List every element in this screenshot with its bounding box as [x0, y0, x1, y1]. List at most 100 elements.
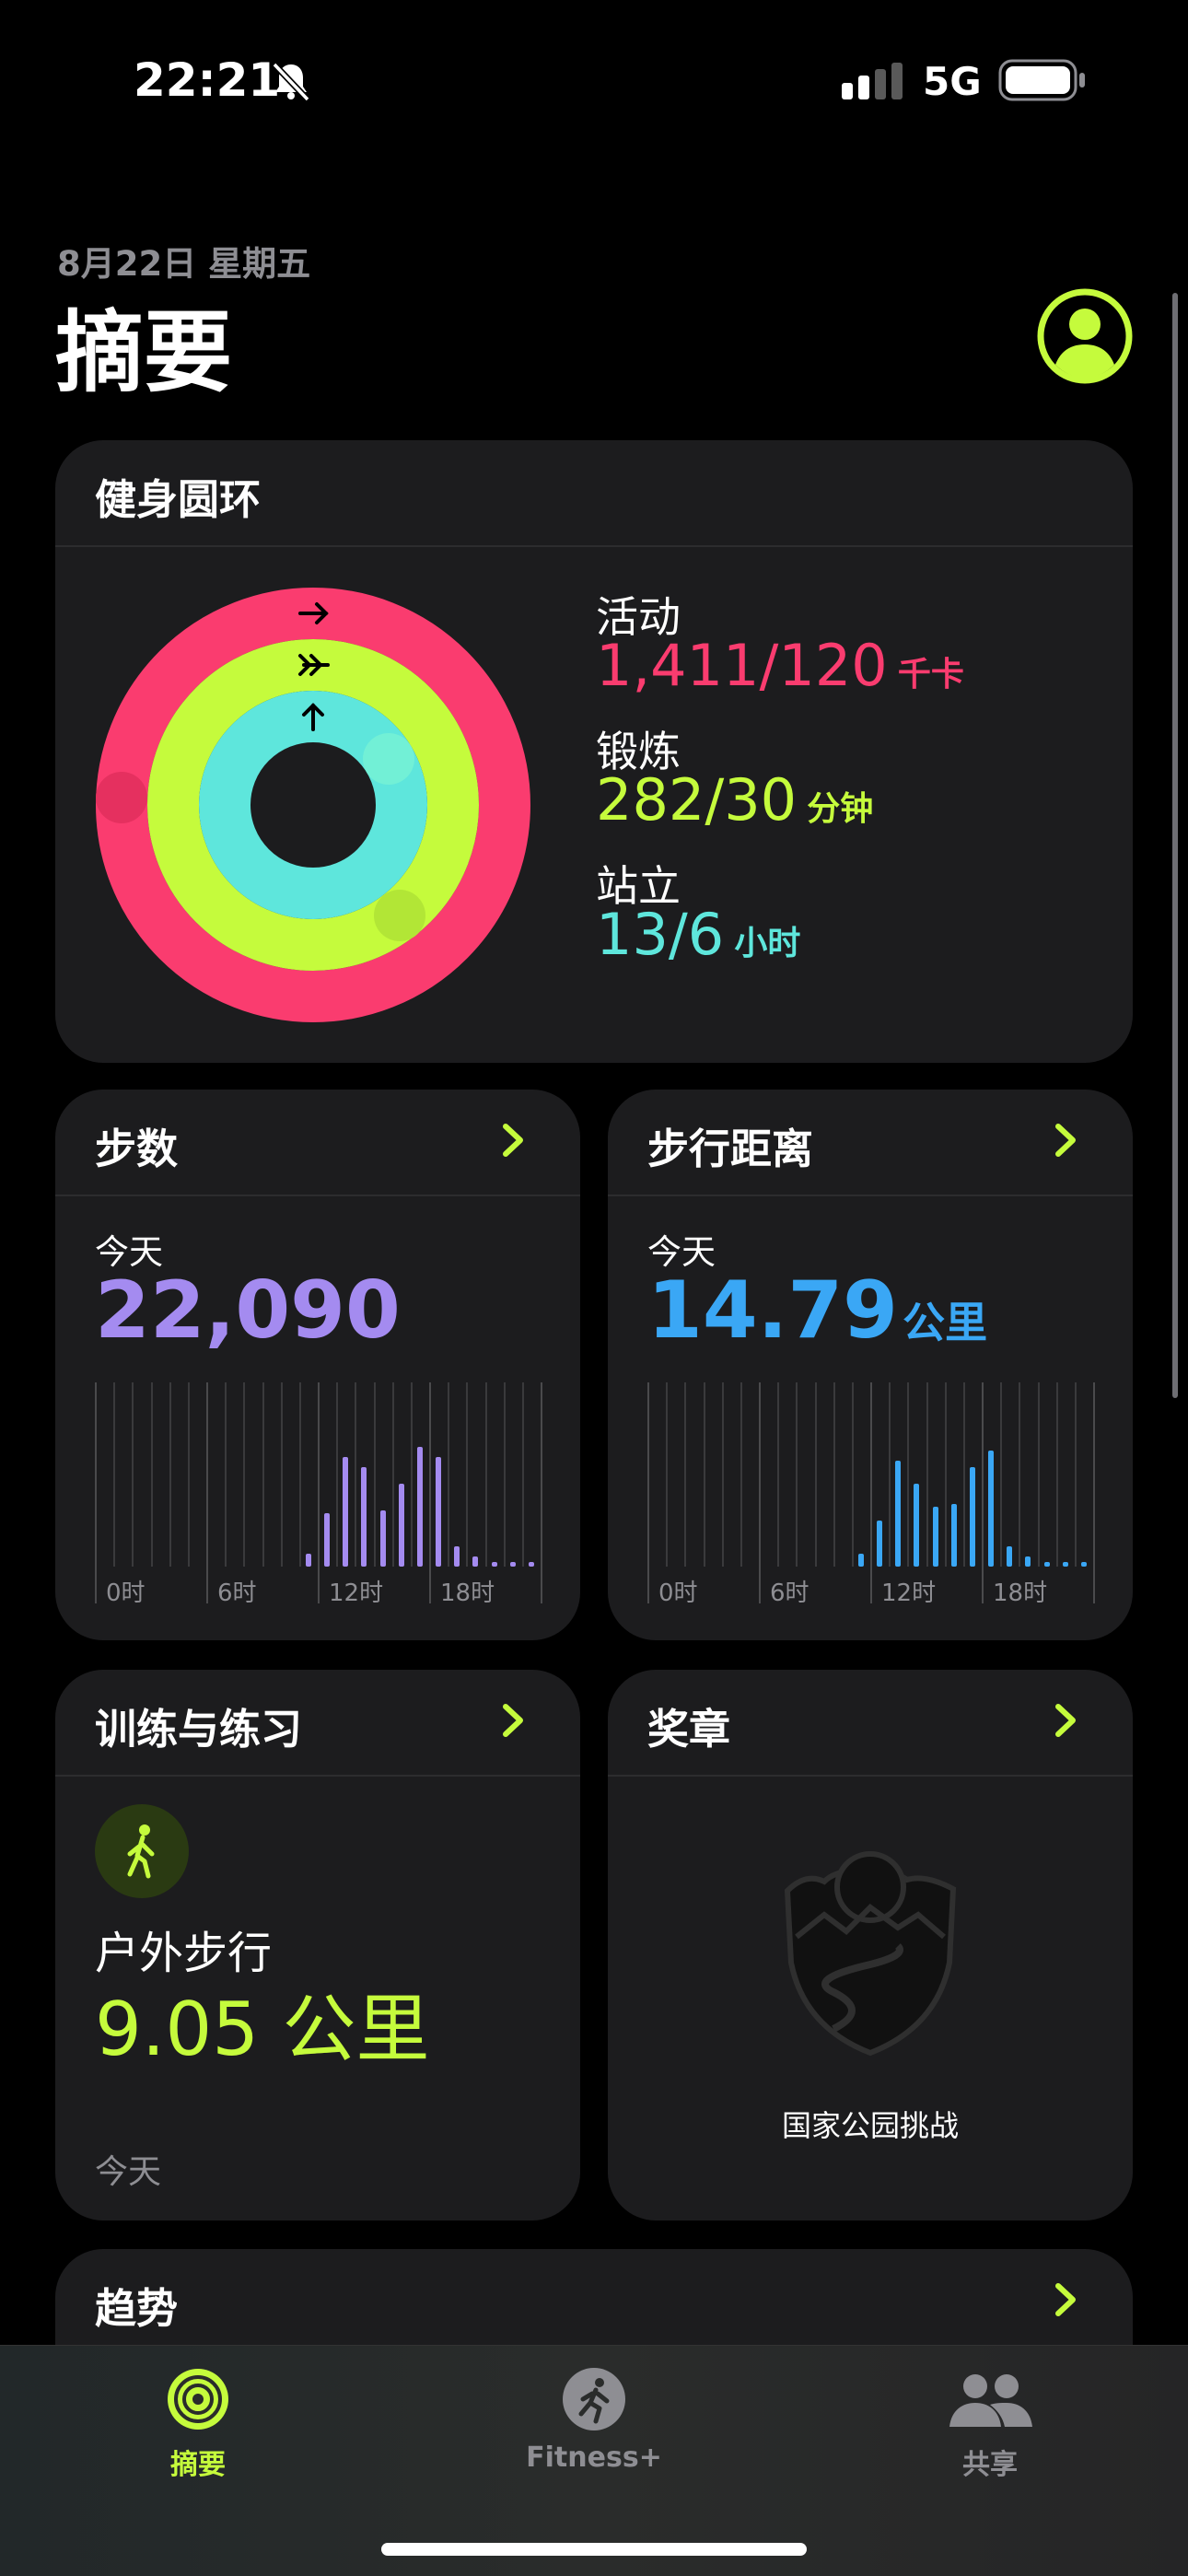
chart-gridline	[299, 1382, 301, 1567]
exercise-stat: 282/30 分钟	[596, 766, 873, 833]
hour-bar	[1007, 1546, 1012, 1567]
card-header: 奖章	[608, 1670, 1133, 1777]
hour-bar	[399, 1484, 404, 1567]
home-indicator	[381, 2543, 807, 2556]
scroll-indicator[interactable]	[1172, 293, 1178, 1398]
chart-gridline	[485, 1382, 487, 1567]
chart-axis-label: 6时	[217, 1579, 257, 1607]
hour-bar	[951, 1504, 957, 1567]
walking-distance-card[interactable]: 步行距离 今天 14.79 公里 0时 6时 12时 18时	[608, 1090, 1133, 1640]
move-stat: 1,411/120 千卡	[596, 632, 964, 699]
card-header: 训练与练习	[55, 1670, 580, 1777]
steps-hourly-chart: 0时 6时 12时 18时	[95, 1382, 542, 1607]
exercise-unit: 分钟	[807, 790, 874, 828]
chart-gridline	[541, 1382, 542, 1603]
chart-gridline	[281, 1382, 283, 1567]
chart-axis-label: 0时	[106, 1579, 146, 1607]
chart-gridline	[759, 1382, 761, 1603]
hour-bar	[895, 1461, 901, 1567]
chart-gridline	[206, 1382, 208, 1603]
card-title: 训练与练习	[95, 1705, 303, 1754]
tab-label: Fitness+	[526, 2442, 662, 2474]
workout-distance: 9.05 公里	[95, 1987, 430, 2072]
chart-gridline	[448, 1382, 449, 1567]
hour-bar	[988, 1451, 994, 1567]
chart-gridline	[466, 1382, 468, 1567]
chart-gridline	[151, 1382, 153, 1567]
hour-bar	[877, 1521, 882, 1567]
tab-label: 摘要	[170, 2449, 226, 2481]
chart-gridline	[833, 1382, 835, 1567]
tab-sharing[interactable]: 共享	[921, 2366, 1059, 2482]
outdoor-walk-icon	[95, 1804, 189, 1898]
distance-hourly-chart: 0时 6时 12时 18时	[647, 1382, 1095, 1607]
card-header: 步数	[55, 1090, 580, 1196]
hour-bar	[510, 1562, 516, 1567]
hour-bar	[306, 1554, 311, 1567]
chart-gridline	[336, 1382, 338, 1567]
chevron-right-icon[interactable]	[490, 1117, 536, 1163]
stand-unit: 小时	[734, 925, 801, 962]
chart-gridline	[666, 1382, 668, 1567]
chart-axis-label: 6时	[770, 1579, 809, 1607]
chart-gridline	[647, 1382, 649, 1603]
chevron-right-icon[interactable]	[490, 1697, 536, 1743]
chart-gridline	[722, 1382, 724, 1567]
page-date: 8月22日 星期五	[57, 244, 311, 284]
chart-gridline	[815, 1382, 817, 1567]
chart-gridline	[318, 1382, 320, 1603]
chart-gridline	[429, 1382, 431, 1603]
mute-bell-icon	[272, 62, 310, 102]
tab-label: 共享	[962, 2449, 1018, 2481]
distance-stat: 14.79 公里	[647, 1265, 987, 1357]
chart-axis-label: 18时	[993, 1579, 1048, 1607]
workout-date: 今天	[95, 2153, 162, 2191]
activity-rings-card[interactable]: 健身圆环 活动 1,411/120 千卡 锻炼 282/30 分钟 站立 13/…	[55, 440, 1133, 1063]
exercise-ring-overlap	[374, 890, 425, 941]
card-title: 步行距离	[647, 1125, 814, 1173]
tab-fitness-plus[interactable]: Fitness+	[516, 2366, 672, 2474]
chart-axis-label: 0时	[658, 1579, 698, 1607]
activity-rings-chart	[96, 588, 530, 1022]
awards-card[interactable]: 奖章 国家公园挑战	[608, 1670, 1133, 2220]
hour-bar	[1025, 1556, 1031, 1567]
stand-stat: 13/6 小时	[596, 901, 800, 968]
hour-bar	[417, 1447, 423, 1567]
card-title: 奖章	[647, 1705, 731, 1754]
chart-gridline	[982, 1382, 984, 1603]
card-header: 健身圆环	[55, 440, 1133, 547]
chevron-right-icon[interactable]	[1042, 1697, 1089, 1743]
chart-axis-label: 18时	[440, 1579, 495, 1607]
hour-bar	[492, 1562, 497, 1567]
tab-bar: 摘要 Fitness+ 共享	[0, 2345, 1188, 2576]
card-title: 健身圆环	[95, 475, 262, 524]
tab-summary[interactable]: 摘要	[129, 2366, 267, 2482]
workouts-card[interactable]: 训练与练习 户外步行 9.05 公里 今天	[55, 1670, 580, 2220]
chart-gridline	[945, 1382, 947, 1567]
chart-axis-label: 12时	[881, 1579, 937, 1607]
chart-gridline	[1038, 1382, 1040, 1567]
chart-gridline	[1075, 1382, 1077, 1567]
hour-bar	[858, 1554, 864, 1567]
hour-bar	[454, 1546, 460, 1567]
chart-gridline	[132, 1382, 134, 1567]
chevron-right-icon[interactable]	[1042, 1117, 1089, 1163]
hour-bar	[361, 1467, 367, 1567]
chart-gridline	[243, 1382, 245, 1567]
hour-bar	[933, 1507, 938, 1567]
chart-gridline	[796, 1382, 798, 1567]
chart-gridline	[169, 1382, 171, 1567]
chart-gridline	[889, 1382, 891, 1567]
steps-card[interactable]: 步数 今天 22,090 0时 6时 12时 18时	[55, 1090, 580, 1640]
hour-bar	[529, 1562, 534, 1567]
chart-gridline	[113, 1382, 115, 1567]
account-avatar-icon[interactable]	[1036, 287, 1134, 385]
running-figure-icon	[563, 2368, 625, 2430]
hour-bar	[914, 1484, 919, 1567]
move-value: 1,411/120	[596, 632, 888, 699]
hour-bar	[1063, 1562, 1068, 1567]
chart-gridline	[392, 1382, 394, 1567]
exercise-value: 282/30	[596, 766, 798, 833]
chevron-right-icon[interactable]	[1042, 2277, 1089, 2323]
chart-gridline	[852, 1382, 854, 1567]
